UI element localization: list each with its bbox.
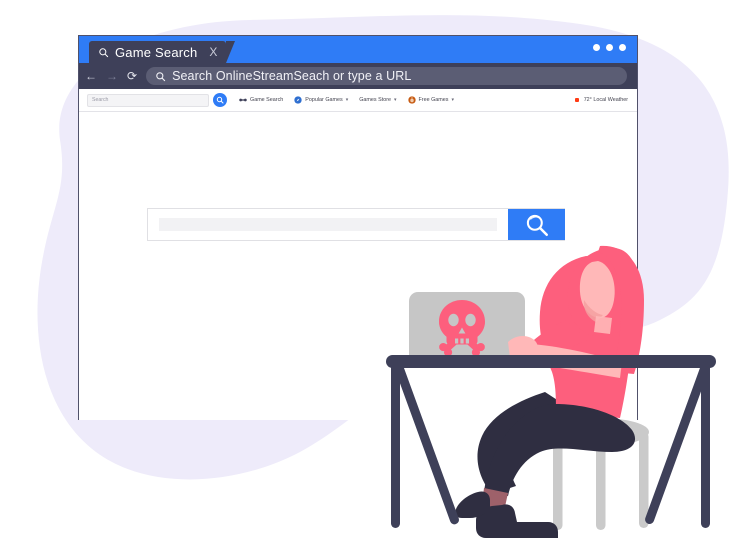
- main-search-bar: [147, 208, 565, 241]
- menu-item-popular-games[interactable]: Popular Games ▾: [294, 96, 348, 104]
- site-search-button[interactable]: [213, 93, 227, 107]
- tab-close-button[interactable]: X: [203, 45, 221, 59]
- menu-label: Popular Games: [305, 97, 343, 103]
- chevron-down-icon: ▾: [451, 97, 454, 103]
- site-toolbar: Search Game Search Popular Games ▾ Games…: [79, 89, 637, 112]
- window-dot-2[interactable]: [606, 44, 613, 51]
- site-search-placeholder: Search: [92, 97, 109, 103]
- tab-corner: [225, 41, 235, 63]
- omnibox-value: Search OnlineStreamSeach or type a URL: [172, 69, 412, 83]
- site-search-input[interactable]: Search: [87, 93, 209, 107]
- site-menu: Game Search Popular Games ▾ Games Store …: [239, 96, 454, 104]
- back-icon[interactable]: ←: [85, 70, 97, 82]
- menu-item-free-games[interactable]: Free Games ▾: [407, 96, 454, 104]
- menu-item-game-search[interactable]: Game Search: [239, 97, 283, 103]
- tab-title: Game Search: [115, 44, 198, 60]
- local-weather-item[interactable]: 72° Local Weather: [575, 97, 628, 103]
- chevron-down-icon: ▾: [394, 97, 397, 103]
- search-icon: [156, 71, 166, 81]
- browser-window: Game Search X ← → ⟳ Search OnlineStreamS…: [78, 35, 638, 420]
- screenshot-root: Game Search X ← → ⟳ Search OnlineStreamS…: [0, 0, 750, 550]
- chevron-down-icon: ▾: [345, 97, 349, 103]
- main-search-button[interactable]: [508, 209, 565, 240]
- browser-urlbar: ← → ⟳ Search OnlineStreamSeach or type a…: [79, 63, 637, 89]
- window-dot-3[interactable]: [619, 44, 626, 51]
- main-search-input[interactable]: [159, 218, 497, 231]
- menu-item-games-store[interactable]: Games Store ▾: [359, 97, 396, 103]
- compass-icon: [294, 96, 302, 104]
- omnibox-input[interactable]: Search OnlineStreamSeach or type a URL: [146, 67, 627, 85]
- search-icon: [526, 214, 548, 236]
- browser-tab[interactable]: Game Search X: [89, 41, 235, 63]
- browser-titlebar: Game Search X: [79, 36, 637, 63]
- search-icon: [216, 96, 224, 104]
- reload-icon[interactable]: ⟳: [127, 70, 137, 82]
- alert-dot-icon: [575, 98, 579, 102]
- binoculars-icon: [239, 98, 247, 102]
- forward-icon[interactable]: →: [106, 70, 118, 82]
- page-content: [79, 112, 637, 420]
- menu-label: Game Search: [250, 97, 284, 103]
- search-icon: [99, 47, 109, 57]
- window-controls[interactable]: [593, 44, 626, 51]
- window-dot-1[interactable]: [593, 44, 600, 51]
- menu-label: Free Games: [418, 97, 449, 103]
- weather-label: 72° Local Weather: [583, 97, 628, 103]
- joystick-icon: [407, 96, 416, 104]
- menu-label: Games Store: [359, 97, 391, 103]
